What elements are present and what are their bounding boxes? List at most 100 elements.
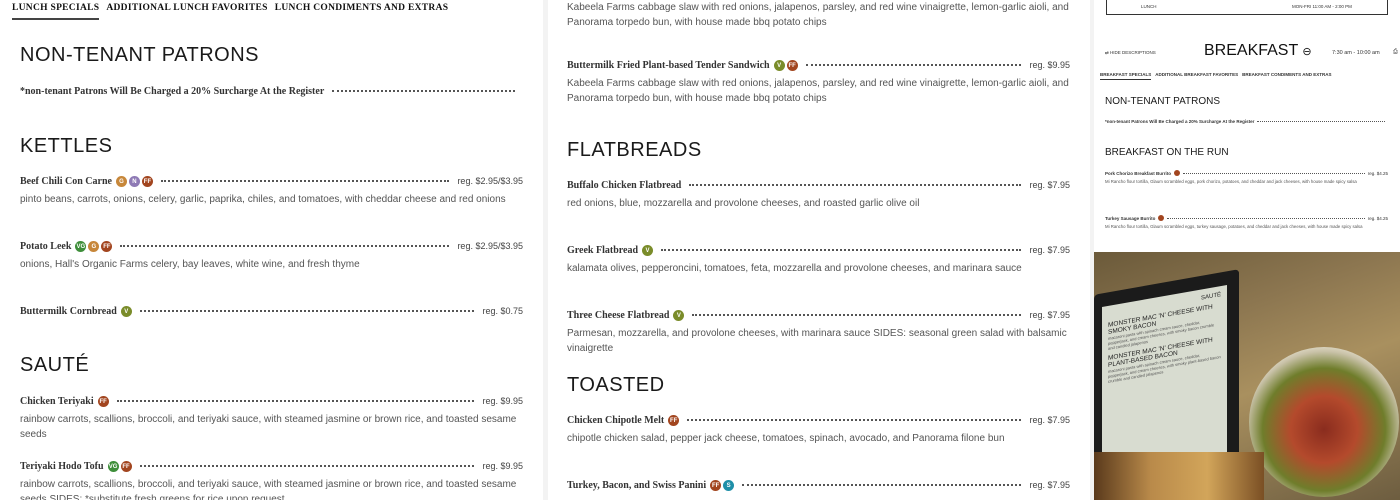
item-price: reg. $0.75 — [482, 306, 523, 316]
item-price: reg. $9.95 — [482, 396, 523, 406]
tab-breakfast-favorites[interactable]: ADDITIONAL BREAKFAST FAVORITES — [1155, 72, 1238, 80]
tab-breakfast-condiments[interactable]: BREAKFAST CONDIMENTS AND EXTRAS — [1242, 72, 1331, 80]
item-description: pinto beans, carrots, onions, celery, ga… — [20, 194, 506, 205]
lunch-label: LUNCH — [1141, 4, 1157, 9]
diet-badges: V — [642, 245, 654, 256]
hide-descriptions-toggle[interactable]: ⇄ HIDE DESCRIPTIONS — [1105, 50, 1156, 56]
item-price: reg. $9.95 — [482, 461, 523, 471]
item-description: rainbow carrots, scallions, broccoli, an… — [20, 479, 517, 500]
leader-dots — [139, 465, 475, 467]
print-icon[interactable]: ⎙ — [1393, 49, 1398, 56]
item-name: Teriyaki Hodo Tofu — [20, 461, 104, 472]
item-price: reg. $2.95/$3.95 — [457, 176, 523, 186]
vegetarian-icon: V — [773, 60, 785, 71]
leader-dots — [1257, 121, 1385, 122]
section-heading: FLATBREADS — [567, 139, 702, 161]
diet-badges: FF S — [710, 480, 735, 491]
menu-item[interactable]: Chicken Teriyaki FF reg. $9.95 rainbow carr… — [20, 396, 523, 442]
menu-item[interactable]: Three Cheese Flatbread Vreg. $7.95 Parmesa… — [567, 310, 1070, 356]
item-line: Beef Chili Con Carne G N FF reg. $2.95/$3.95 — [20, 176, 523, 187]
item-line: Buttermilk Fried Plant-based Tender Sand… — [567, 60, 1070, 71]
page-title: BREAKFAST ⊖ — [1204, 42, 1312, 60]
diet-badges: VG G FF — [75, 241, 113, 252]
menu-item[interactable]: Buffalo Chicken Flatbread reg. $7.95 red o… — [567, 180, 1070, 211]
gluten-free-icon: G — [88, 241, 100, 252]
farm-fresh-icon: FF — [786, 60, 798, 71]
leader-dots — [742, 484, 1022, 486]
section-heading: NON-TENANT PATRONS — [20, 44, 260, 66]
menu-item[interactable]: Teriyaki Hodo Tofu VG FF reg. $9.95 rainbow … — [20, 461, 523, 500]
item-price: reg. $7.95 — [1029, 480, 1070, 490]
farm-fresh-icon — [1174, 170, 1181, 176]
menu-item[interactable]: Turkey Sausage Burrito reg. $4.25 Mi Ranc… — [1105, 215, 1388, 230]
menu-item[interactable]: Chicken Chipotle Melt FF reg. $7.95 chipotl… — [567, 415, 1070, 446]
tab-lunch-specials[interactable]: LUNCH SPECIALS — [12, 0, 100, 20]
item-description: Kabeela Farms cabbage slaw with red onio… — [567, 2, 1069, 28]
leader-dots — [139, 310, 475, 312]
tab-additional-lunch-favorites[interactable]: ADDITIONAL LUNCH FAVORITES — [106, 0, 267, 20]
mac-and-cheese-bowl — [1249, 347, 1399, 497]
menu-item[interactable]: Potato Leek VG G FF reg. $2.95/$3.95 onions, … — [20, 241, 523, 272]
list-item: *non-tenant Patrons Will Be Charged a 20… — [20, 86, 523, 97]
section-heading: SAUTÉ — [20, 354, 90, 376]
item-name: Pork Chorizo Breakfast Burrito — [1105, 170, 1172, 176]
item-description: rainbow carrots, scallions, broccoli, an… — [20, 414, 517, 440]
item-name: Turkey, Bacon, and Swiss Panini — [567, 480, 707, 491]
vegetarian-icon: V — [120, 306, 132, 317]
vegetarian-icon: V — [673, 310, 685, 321]
section-heading: NON-TENANT PATRONS — [1105, 96, 1221, 107]
leader-dots — [120, 245, 450, 247]
farm-fresh-icon — [1158, 215, 1165, 221]
hide-descriptions-label: HIDE DESCRIPTIONS — [1110, 50, 1156, 55]
item-price: reg. $9.95 — [1029, 60, 1070, 70]
surcharge-note: *non-tenant Patrons Will Be Charged a 20… — [1105, 119, 1255, 124]
item-description: Mi Rancho flour tortilla, Glaum scramble… — [1105, 179, 1357, 184]
tablet-screen: SAUTÉ MONSTER MAC 'N' CHEESE WITH SMOKY … — [1102, 284, 1227, 478]
leader-dots — [661, 249, 1022, 251]
menu-item[interactable]: Buttermilk Cornbread Vreg. $0.75 — [20, 306, 523, 317]
leader-dots — [692, 314, 1022, 316]
item-description: Mi Rancho flour tortilla, Glaum scramble… — [1105, 224, 1363, 229]
collapse-icon[interactable]: ⊖ — [1302, 46, 1311, 58]
farm-fresh-icon: FF — [710, 480, 722, 491]
menu-tabs: LUNCH SPECIALS ADDITIONAL LUNCH FAVORITE… — [12, 0, 448, 20]
diet-badges: V — [673, 310, 685, 321]
section-heading: BREAKFAST ON THE RUN — [1105, 147, 1229, 158]
diet-badges: V — [120, 306, 132, 317]
menu-item[interactable]: Pork Chorizo Breakfast Burrito reg. $4.25… — [1105, 170, 1388, 185]
item-price: reg. $7.95 — [1029, 245, 1070, 255]
breakfast-title: BREAKFAST — [1204, 42, 1298, 59]
item-name: Three Cheese Flatbread — [567, 310, 670, 321]
menu-item[interactable]: Greek Flatbread Vreg. $7.95 kalamata olive… — [567, 245, 1070, 276]
item-name: Turkey Sausage Burrito — [1105, 215, 1156, 221]
leader-dots — [687, 419, 1022, 421]
vegan-icon: VG — [107, 461, 119, 472]
leader-dots — [1167, 217, 1365, 219]
diet-badges: VG FF — [107, 461, 132, 472]
diet-badges: FF — [97, 396, 109, 407]
tab-lunch-condiments[interactable]: LUNCH CONDIMENTS AND EXTRAS — [275, 0, 449, 20]
breakfast-tabs: BREAKFAST SPECIALS ADDITIONAL BREAKFAST … — [1100, 72, 1331, 80]
item-description: Parmesan, mozzarella, and provolone chee… — [567, 328, 1067, 354]
item-price: reg. $7.95 — [1029, 180, 1070, 190]
diet-badges: V FF — [773, 60, 798, 71]
item-line: Three Cheese Flatbread Vreg. $7.95 — [567, 310, 1070, 321]
section-heading: KETTLES — [20, 135, 113, 157]
item-line: Buffalo Chicken Flatbread reg. $7.95 — [567, 180, 1070, 191]
item-line: Turkey, Bacon, and Swiss Panini FF S reg. $… — [567, 480, 1070, 491]
menu-item[interactable]: Turkey, Bacon, and Swiss Panini FF S reg. $… — [567, 480, 1070, 491]
farm-fresh-icon: FF — [101, 241, 113, 252]
farm-fresh-icon: FF — [668, 415, 680, 426]
tab-breakfast-specials[interactable]: BREAKFAST SPECIALS — [1100, 72, 1152, 80]
surcharge-note: *non-tenant Patrons Will Be Charged a 20… — [20, 86, 325, 97]
menu-item[interactable]: Buttermilk Fried Plant-based Tender Sand… — [567, 60, 1070, 106]
farm-fresh-icon: FF — [141, 176, 153, 187]
menu-item[interactable]: Beef Chili Con Carne G N FF reg. $2.95/$3.95… — [20, 176, 523, 207]
gluten-free-icon: G — [115, 176, 127, 187]
vegan-icon: VG — [75, 241, 87, 252]
list-item: *non-tenant Patrons Will Be Charged a 20… — [1105, 119, 1388, 124]
item-line: Buttermilk Cornbread Vreg. $0.75 — [20, 306, 523, 317]
item-name: Potato Leek — [20, 241, 72, 252]
farm-fresh-icon: FF — [97, 396, 109, 407]
item-name: Beef Chili Con Carne — [20, 176, 112, 187]
